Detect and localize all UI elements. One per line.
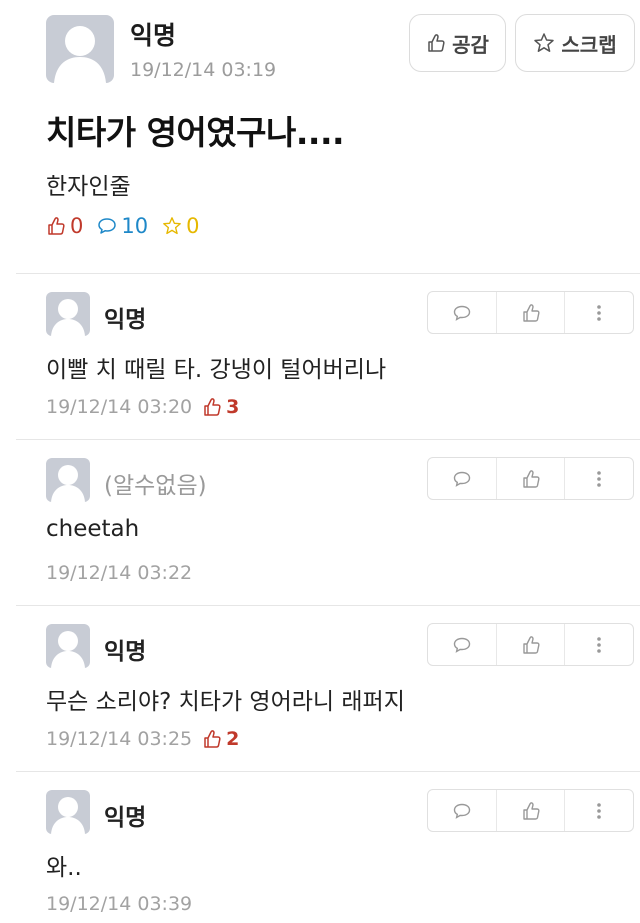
post-author: 익명 [130,21,177,50]
reply-button[interactable] [428,458,496,499]
more-options-button[interactable] [564,292,633,333]
comment-actions [427,291,634,334]
like-button-label: 공감 [452,32,489,57]
comment-avatar [46,292,90,336]
comment-author: (알수없음) [104,473,207,499]
comment-like-button[interactable] [495,458,565,499]
vertical-dots-icon [597,304,601,321]
divider [16,605,640,606]
comment-text: 무슨 소리야? 치타가 영어라니 래퍼지 [46,689,405,715]
comment-timestamp: 19/12/14 03:25 [46,728,193,750]
thumbs-up-icon [428,34,445,52]
thumbs-up-icon [48,217,65,235]
comment-text: 와.. [46,855,82,881]
comment-meta: 19/12/14 03:25 2 [46,728,239,750]
like-stat: 0 [46,214,83,238]
vertical-dots-icon [597,470,601,487]
comment-avatar [46,458,90,502]
comment-timestamp: 19/12/14 03:20 [46,396,193,418]
comment-author: 익명 [104,805,147,831]
like-button[interactable]: 공감 [409,14,506,72]
comment-avatar [46,790,90,834]
vertical-dots-icon [597,802,601,819]
comment-text: cheetah [46,516,140,542]
comment-like-count: 2 [202,728,239,750]
scrap-count: 0 [186,214,200,238]
speech-bubble-icon [453,803,471,819]
thumbs-up-icon [522,801,540,820]
more-options-button[interactable] [564,790,633,831]
speech-bubble-icon [98,218,117,234]
scrap-stat: 0 [162,214,199,238]
vertical-dots-icon [597,636,601,653]
comment-count: 10 [121,214,149,238]
thumbs-up-icon [522,303,540,322]
comment-author: 익명 [104,307,147,333]
thumbs-up-icon [522,635,540,654]
comment-like-button[interactable] [495,292,565,333]
scrap-button-label: 스크랩 [561,32,617,57]
like-value: 2 [226,728,240,750]
star-icon [163,217,181,235]
comment-stat: 10 [97,214,148,238]
comment-like-button[interactable] [495,790,565,831]
divider [16,771,640,772]
comment-author: 익명 [104,639,147,665]
like-value: 3 [226,396,240,418]
divider [16,273,640,274]
comment-meta: 19/12/14 03:20 3 [46,396,239,418]
thumbs-up-icon [204,730,221,748]
comment-like-count: 3 [202,396,239,418]
thumbs-up-icon [522,469,540,488]
comment-text: 이빨 치 때릴 타. 강냉이 털어버리나 [46,357,387,383]
speech-bubble-icon [453,637,471,653]
post-title: 치타가 영어였구나.... [46,113,345,152]
speech-bubble-icon [453,471,471,487]
comment-timestamp: 19/12/14 03:39 [46,893,193,915]
star-icon [534,33,555,52]
speech-bubble-icon [453,305,471,321]
comment-actions [427,457,634,500]
post-stats: 0 10 0 [46,214,199,238]
comment-timestamp: 19/12/14 03:22 [46,562,193,584]
more-options-button[interactable] [564,458,633,499]
post-body: 한자인줄 [46,174,131,200]
scrap-button[interactable]: 스크랩 [515,14,635,72]
comment-meta: 19/12/14 03:22 [46,562,192,584]
more-options-button[interactable] [564,624,633,665]
like-count: 0 [70,214,84,238]
author-avatar [46,15,114,83]
post-timestamp: 19/12/14 03:19 [130,59,277,81]
comment-avatar [46,624,90,668]
comment-actions [427,623,634,666]
reply-button[interactable] [428,790,496,831]
reply-button[interactable] [428,624,496,665]
comment-actions [427,789,634,832]
thumbs-up-icon [204,398,221,416]
comment-like-button[interactable] [495,624,565,665]
comment-meta: 19/12/14 03:39 [46,893,192,915]
reply-button[interactable] [428,292,496,333]
divider [16,439,640,440]
